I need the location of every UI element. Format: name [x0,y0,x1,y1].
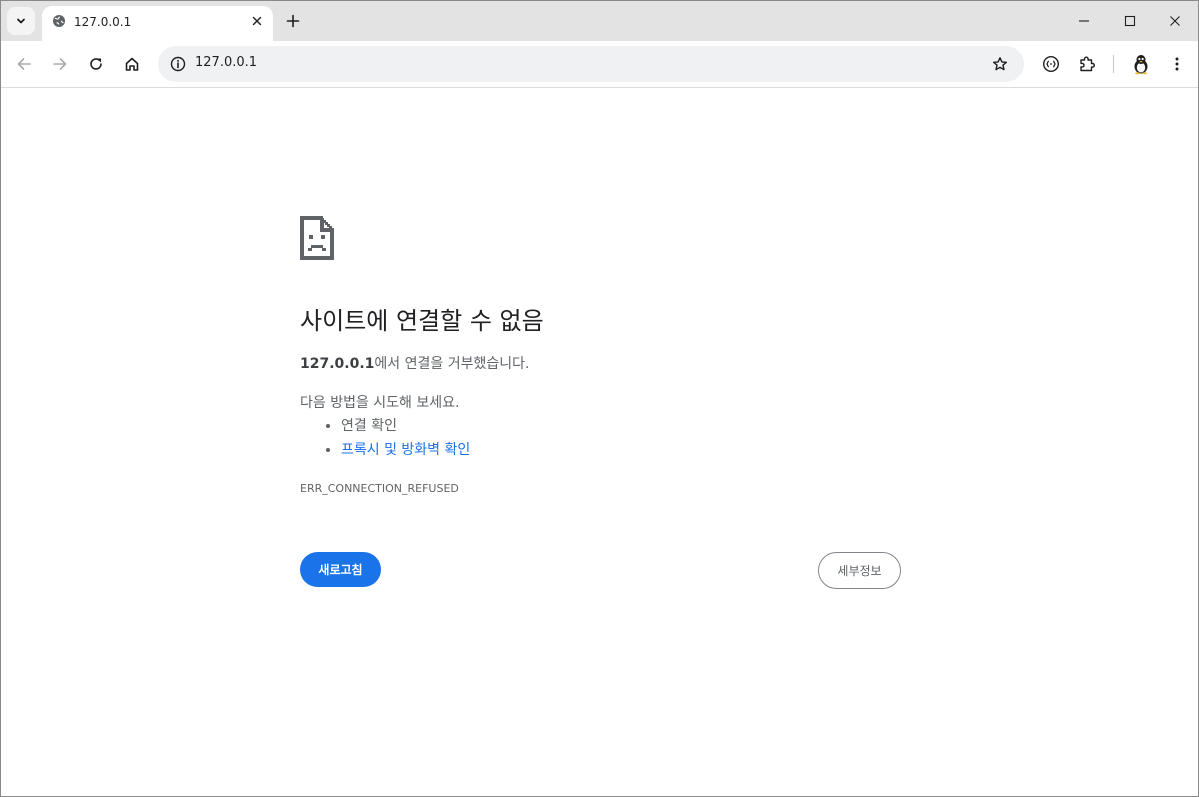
arrow-left-icon [17,58,31,70]
maximize-icon [1124,15,1136,27]
close-icon [252,16,262,26]
home-button[interactable] [118,50,146,78]
kebab-menu-icon [1175,57,1179,71]
tab-search-button[interactable] [7,7,35,35]
reading-mode-icon [1042,55,1060,73]
suggestions-label: 다음 방법을 시도해 보세요. [300,395,460,411]
address-bar[interactable]: 127.0.0.1 [158,46,1024,82]
chevron-down-icon [17,18,25,24]
arrow-right-icon [53,58,67,70]
globe-icon [53,15,65,27]
details-button[interactable]: 세부정보 [818,552,901,589]
extensions-button[interactable] [1073,50,1101,78]
bookmark-button[interactable] [986,50,1014,78]
close-window-button[interactable] [1152,1,1198,41]
reload-icon [90,58,102,70]
menu-button[interactable] [1163,50,1191,78]
back-button[interactable] [10,50,38,78]
profile-button[interactable] [1127,50,1155,78]
tab-title: 127.0.0.1 [74,15,132,29]
error-description-text: 에서 연결을 거부했습니다. [374,356,530,372]
minimize-button[interactable] [1061,1,1107,41]
tab-strip: 127.0.0.1 [1,1,1198,41]
check-proxy-firewall-link[interactable]: 프록시 및 방화벽 확인 [341,442,470,458]
page-content: 사이트에 연결할 수 없음 127.0.0.1에서 연결을 거부했습니다. 다음… [1,88,1198,796]
close-icon [1170,16,1180,26]
tab-close-button[interactable] [249,13,265,29]
url-text[interactable]: 127.0.0.1 [195,55,257,70]
error-host: 127.0.0.1 [300,356,375,372]
star-icon [993,57,1007,71]
avatar-penguin-icon [1134,55,1148,75]
toolbar-divider [1113,55,1114,73]
sad-page-icon [300,216,334,260]
reading-mode-button[interactable] [1037,50,1065,78]
suggestion-check-proxy-firewall: 프록시 및 방화벽 확인 [341,438,470,462]
error-code: ERR_CONNECTION_REFUSED [300,482,459,495]
plus-icon [286,14,300,28]
suggestions-list: 연결 확인 프록시 및 방화벽 확인 [300,414,470,462]
browser-window: 127.0.0.1 127.0.0.1 사이트에 연결할 수 없음 127.0.… [0,0,1199,797]
reload-page-button[interactable]: 새로고침 [300,552,381,587]
toolbar: 127.0.0.1 [1,41,1198,88]
forward-button[interactable] [46,50,74,78]
info-icon [170,56,186,72]
suggestion-check-connection: 연결 확인 [341,414,470,438]
puzzle-icon [1080,56,1095,72]
minimize-icon [1079,20,1089,22]
reload-button[interactable] [82,50,110,78]
maximize-button[interactable] [1107,1,1153,41]
home-icon [125,57,139,71]
error-heading: 사이트에 연결할 수 없음 [300,307,544,335]
new-tab-button[interactable] [281,9,305,33]
site-info-button[interactable] [164,50,192,78]
tab-active[interactable]: 127.0.0.1 [42,6,273,41]
error-description: 127.0.0.1에서 연결을 거부했습니다. [300,353,529,373]
